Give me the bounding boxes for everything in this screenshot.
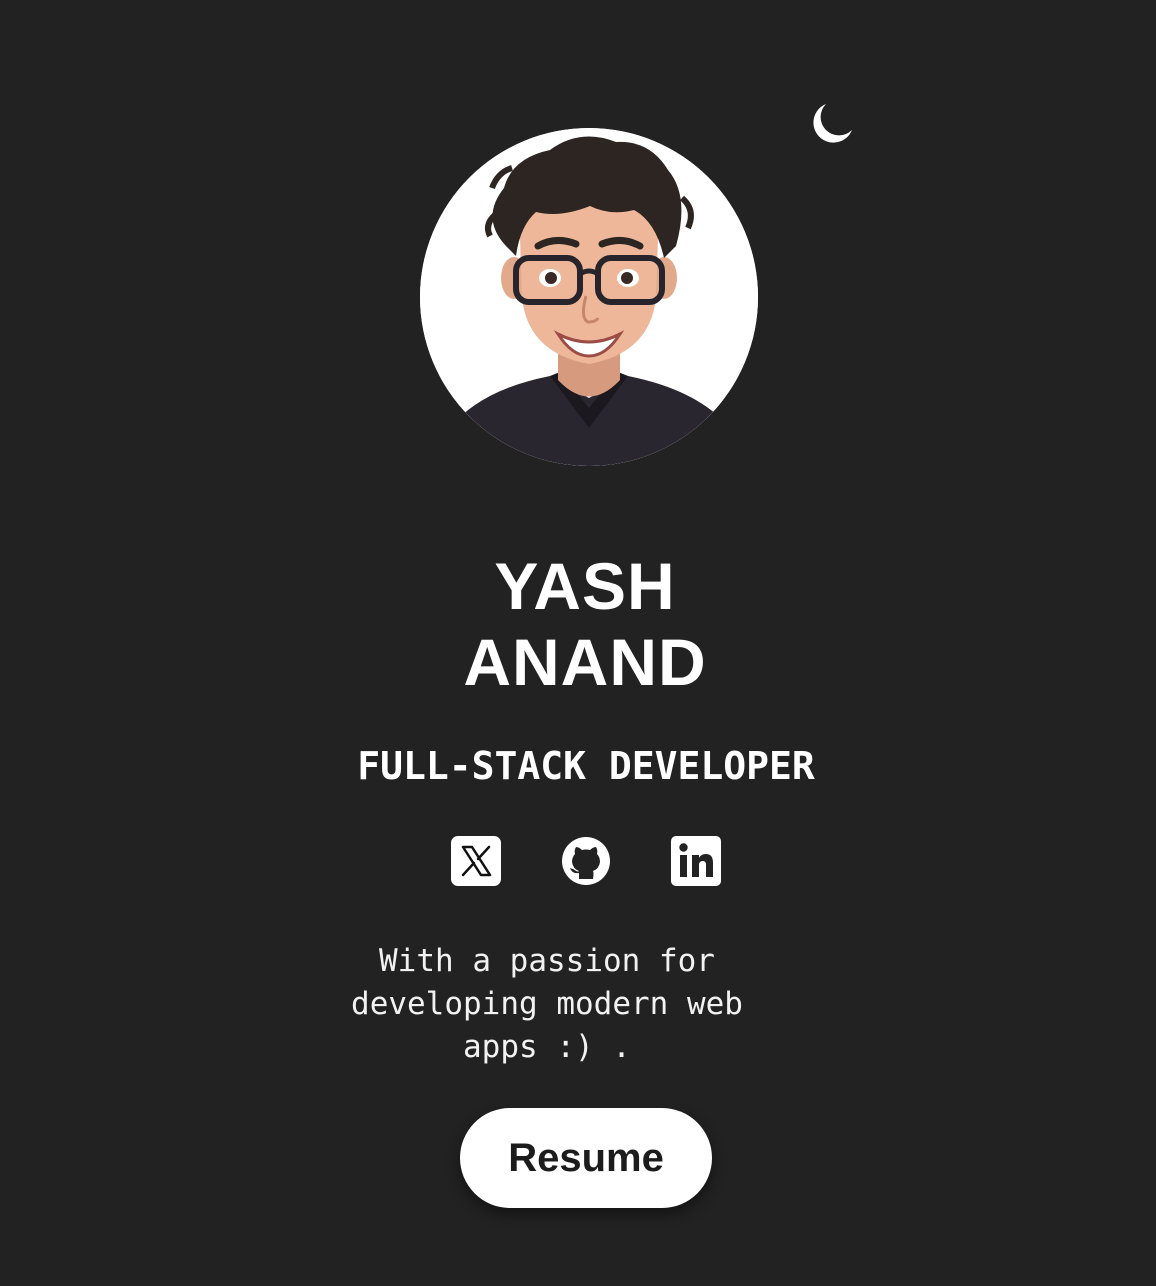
bio-text: With a passion for developing modern web… bbox=[351, 943, 743, 1065]
first-name: YASH bbox=[494, 549, 676, 623]
linkedin-link[interactable] bbox=[670, 835, 722, 887]
social-links bbox=[450, 835, 722, 887]
github-link[interactable] bbox=[560, 835, 612, 887]
avatar-illustration bbox=[420, 128, 758, 466]
github-icon bbox=[562, 837, 610, 885]
x-twitter-icon bbox=[451, 836, 501, 886]
portfolio-page: YASH ANAND FULL-STACK DEVELOPER With a p… bbox=[0, 0, 1156, 1286]
profile-name: YASH ANAND bbox=[0, 548, 1156, 700]
x-twitter-link[interactable] bbox=[450, 835, 502, 887]
linkedin-icon bbox=[671, 836, 721, 886]
theme-toggle-button[interactable] bbox=[802, 96, 858, 152]
last-name: ANAND bbox=[463, 625, 707, 699]
resume-button[interactable]: Resume bbox=[460, 1108, 712, 1208]
avatar bbox=[420, 128, 758, 466]
role-title: FULL-STACK DEVELOPER bbox=[357, 744, 815, 788]
moon-icon bbox=[813, 104, 852, 143]
